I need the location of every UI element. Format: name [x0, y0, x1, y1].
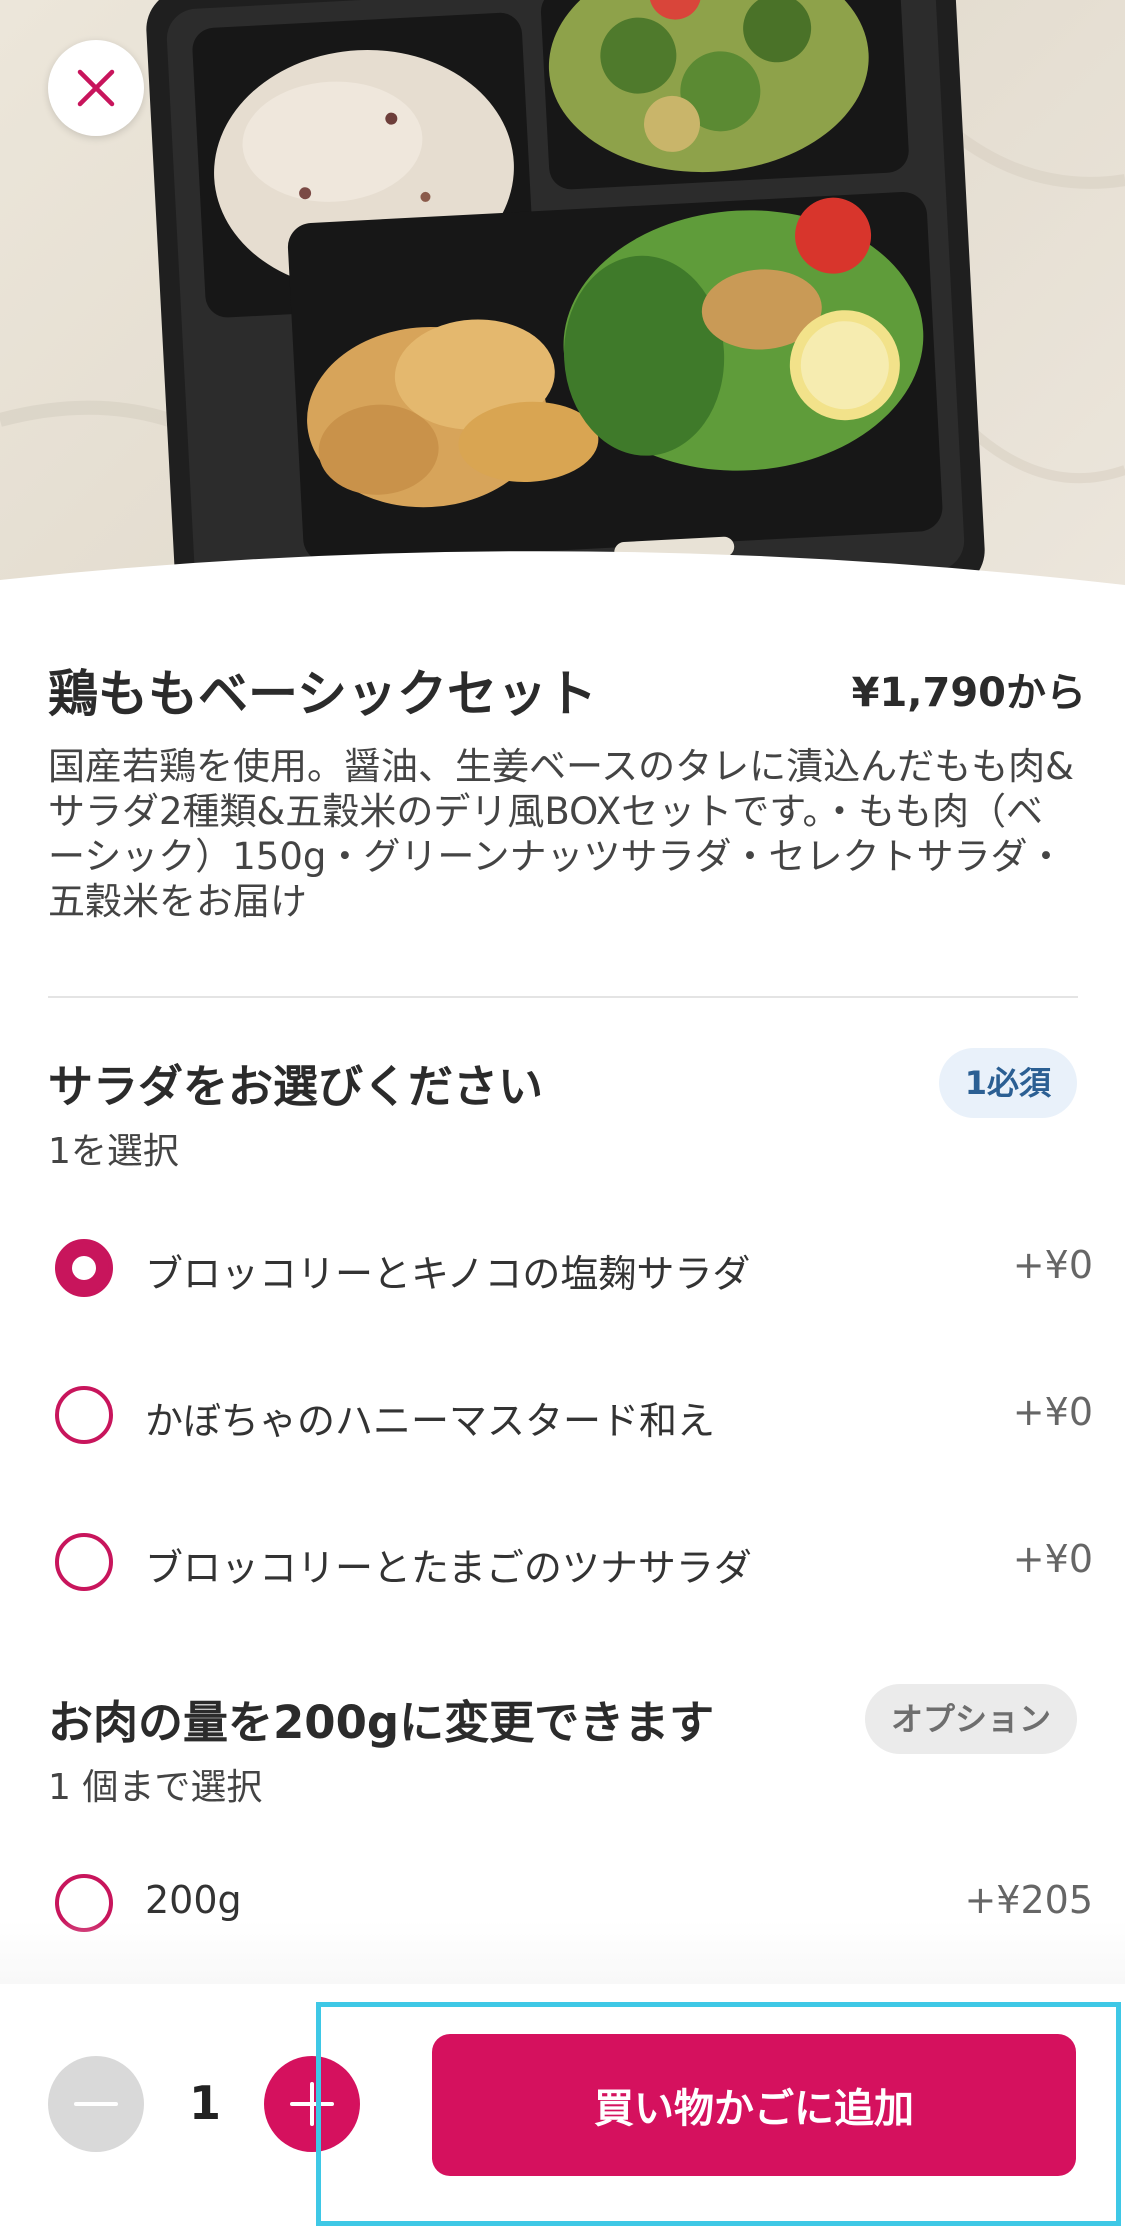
salad-option[interactable]: かぼちゃのハニーマスタード和え +¥0	[0, 1365, 1125, 1465]
bottom-action-bar: 1 買い物かごに追加	[0, 1984, 1125, 2232]
quantity-value: 1	[188, 2076, 221, 2130]
option-price: +¥0	[1012, 1390, 1093, 1434]
salad-section-subtitle: 1を選択	[48, 1131, 179, 1172]
divider	[48, 996, 1078, 998]
option-price: +¥0	[1012, 1243, 1093, 1287]
minus-icon	[74, 2102, 118, 2106]
option-price: +¥0	[1012, 1537, 1093, 1581]
title-row: 鶏ももベーシックセット ¥1,790から	[48, 654, 1086, 724]
option-label: かぼちゃのハニーマスタード和え	[145, 1399, 716, 1443]
option-label: ブロッコリーとキノコの塩麹サラダ	[145, 1252, 751, 1296]
salad-option[interactable]: ブロッコリーとたまごのツナサラダ +¥0	[0, 1512, 1125, 1612]
close-button[interactable]	[48, 40, 144, 136]
meat-section-title: お肉の量を200gに変更できます	[48, 1696, 715, 1749]
item-detail-page: 鶏ももベーシックセット ¥1,790から 国産若鶏を使用。醤油、生姜ベースのタレ…	[0, 0, 1125, 2232]
salad-section-title: サラダをお選びください	[48, 1060, 544, 1113]
radio-button[interactable]	[55, 1533, 113, 1591]
option-label: ブロッコリーとたまごのツナサラダ	[145, 1546, 752, 1590]
radio-button-selected[interactable]	[55, 1239, 113, 1297]
item-title: 鶏ももベーシックセット	[48, 665, 597, 723]
meat-section-subtitle: 1 個まで選択	[48, 1767, 263, 1808]
option-label: 200g	[145, 1878, 242, 1922]
quantity-increase-button[interactable]	[264, 2056, 360, 2152]
close-icon	[77, 69, 115, 107]
radio-button[interactable]	[55, 1386, 113, 1444]
quantity-decrease-button[interactable]	[48, 2056, 144, 2152]
option-badge: オプション	[864, 1684, 1077, 1754]
add-to-cart-button[interactable]: 買い物かごに追加	[432, 2034, 1076, 2176]
scroll-fade	[0, 1920, 1125, 1984]
option-price: +¥205	[964, 1878, 1093, 1922]
item-description: 国産若鶏を使用。醤油、生姜ベースのタレに漬込んだもも肉&サラダ2種類&五穀米のデ…	[48, 745, 1075, 923]
item-photo	[0, 0, 1125, 610]
salad-option[interactable]: ブロッコリーとキノコの塩麹サラダ +¥0	[0, 1218, 1125, 1318]
required-badge: 1必須	[938, 1048, 1077, 1118]
bento-box-illustration	[0, 0, 1125, 610]
item-price: ¥1,790から	[851, 670, 1086, 716]
plus-icon	[290, 2082, 334, 2126]
